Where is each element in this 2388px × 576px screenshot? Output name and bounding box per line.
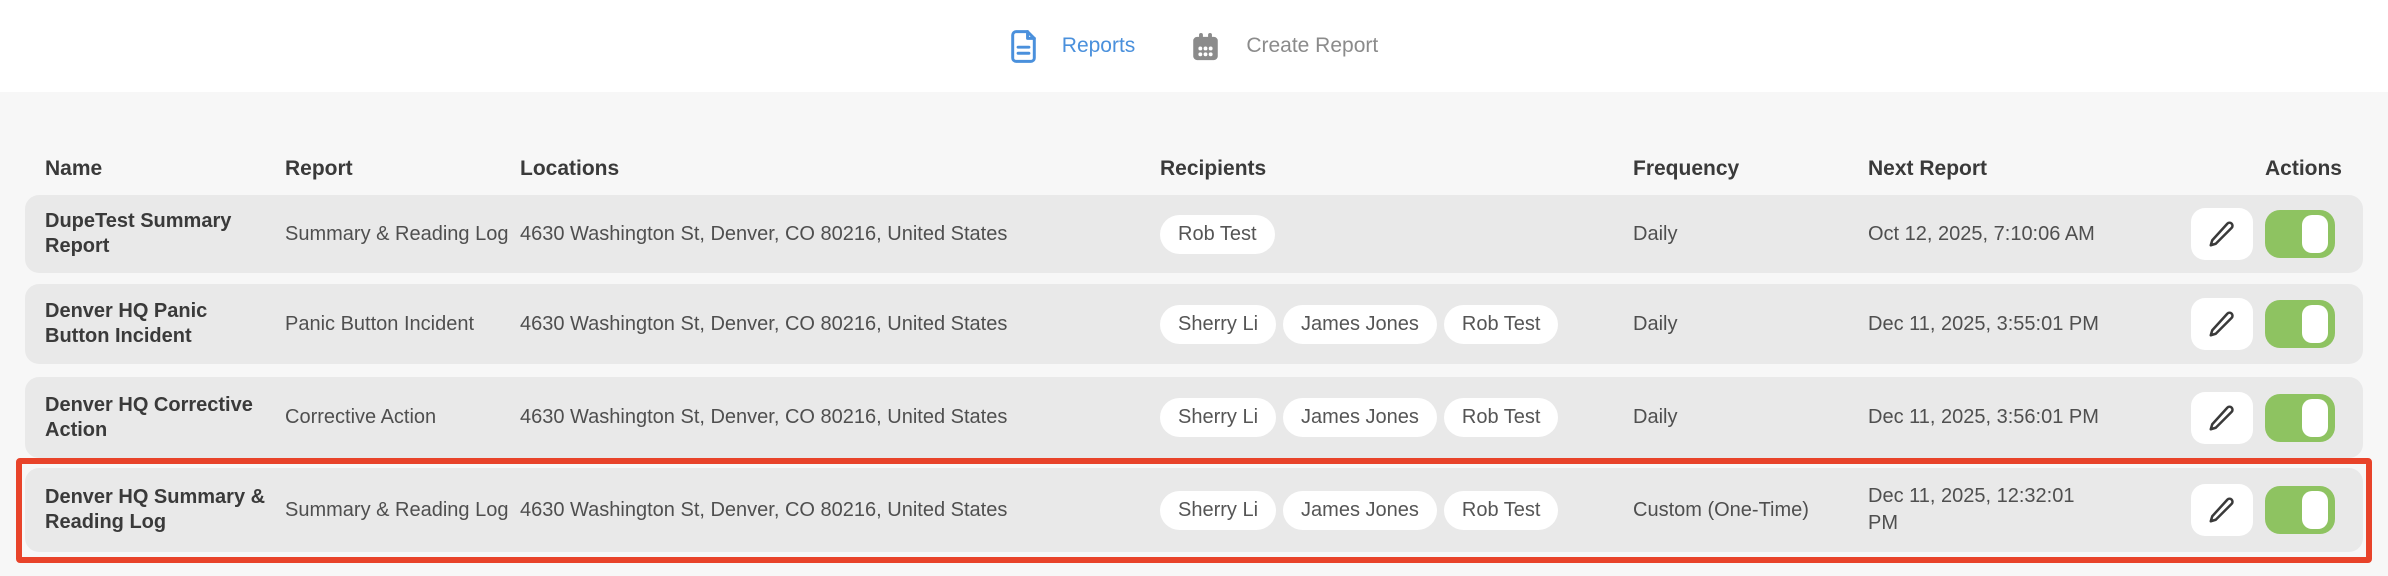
recipient-chip: Rob Test xyxy=(1160,214,1275,254)
table-row: Denver HQ Panic Button Incident Panic Bu… xyxy=(25,284,2363,364)
recipient-chip: Rob Test xyxy=(1443,398,1559,437)
table-header-row: Name Report Locations Recipients Frequen… xyxy=(25,92,2363,195)
tab-create-report-label: Create Report xyxy=(1246,34,1379,57)
pencil-icon xyxy=(2209,311,2234,337)
recipient-chip: James Jones xyxy=(1283,304,1437,344)
report-enabled-toggle[interactable] xyxy=(2265,210,2335,258)
edit-report-button[interactable] xyxy=(2191,208,2253,260)
report-type: Panic Button Incident xyxy=(285,312,475,335)
document-icon xyxy=(1010,29,1037,63)
report-locations: 4630 Washington St, Denver, CO 80216, Un… xyxy=(520,222,1008,245)
report-frequency: Daily xyxy=(1633,222,1678,245)
tab-create-report[interactable]: Create Report xyxy=(1190,31,1378,62)
toggle-knob xyxy=(2302,398,2328,437)
row-actions xyxy=(2168,484,2357,536)
column-header-frequency: Frequency xyxy=(1633,157,1740,180)
report-enabled-toggle[interactable] xyxy=(2265,393,2335,442)
row-actions xyxy=(2168,208,2357,260)
recipient-chip: Sherry Li xyxy=(1160,398,1277,437)
recipient-chip-list: Sherry Li James Jones Rob Test xyxy=(1160,304,1633,344)
report-frequency: Daily xyxy=(1633,406,1678,428)
top-tab-bar: Reports Create Report xyxy=(0,0,2388,92)
pencil-icon xyxy=(2209,497,2234,523)
report-locations: 4630 Washington St, Denver, CO 80216, Un… xyxy=(520,406,1008,428)
column-header-next-report: Next Report xyxy=(1868,157,1988,180)
report-frequency: Custom (One-Time) xyxy=(1633,498,1809,521)
column-header-locations: Locations xyxy=(520,157,620,180)
edit-report-button[interactable] xyxy=(2191,298,2253,350)
report-locations: 4630 Washington St, Denver, CO 80216, Un… xyxy=(520,498,1008,521)
column-header-name: Name xyxy=(45,157,103,180)
report-name: Denver HQ Summary & Reading Log xyxy=(45,486,266,533)
next-report-time: Oct 12, 2025, 7:10:06 AM xyxy=(1868,222,2095,245)
report-enabled-toggle[interactable] xyxy=(2265,300,2335,348)
row-actions xyxy=(2168,391,2357,444)
recipient-chip-list: Sherry Li James Jones Rob Test xyxy=(1160,398,1633,437)
edit-report-button[interactable] xyxy=(2191,391,2253,444)
toggle-knob xyxy=(2302,305,2328,343)
report-name: Denver HQ Panic Button Incident xyxy=(45,300,208,347)
report-locations: 4630 Washington St, Denver, CO 80216, Un… xyxy=(520,312,1008,335)
report-type: Corrective Action xyxy=(285,406,437,428)
column-header-recipients: Recipients xyxy=(1160,157,1267,180)
row-actions xyxy=(2168,298,2357,350)
table-row: Denver HQ Corrective Action Corrective A… xyxy=(25,377,2363,458)
table-row: DupeTest Summary Report Summary & Readin… xyxy=(25,195,2363,273)
next-report-time: Dec 11, 2025, 3:55:01 PM xyxy=(1868,312,2099,335)
report-type: Summary & Reading Log xyxy=(285,222,509,245)
toggle-knob xyxy=(2302,215,2328,253)
column-header-report: Report xyxy=(285,157,353,180)
recipient-chip: Rob Test xyxy=(1443,304,1559,344)
pencil-icon xyxy=(2209,221,2234,247)
recipient-chip: Rob Test xyxy=(1443,490,1559,530)
recipient-chip: James Jones xyxy=(1283,490,1437,530)
calendar-icon xyxy=(1190,31,1221,62)
reports-table: Name Report Locations Recipients Frequen… xyxy=(0,92,2388,576)
column-header-actions: Actions xyxy=(2264,157,2342,180)
tab-reports-label: Reports xyxy=(1061,34,1136,57)
report-name: DupeTest Summary Report xyxy=(45,210,232,257)
recipient-chip-list: Rob Test xyxy=(1160,214,1633,254)
pencil-icon xyxy=(2209,405,2234,430)
tab-reports[interactable]: Reports xyxy=(1010,29,1136,63)
report-frequency: Daily xyxy=(1633,312,1678,335)
recipient-chip: Sherry Li xyxy=(1160,304,1277,344)
report-name: Denver HQ Corrective Action xyxy=(45,393,253,441)
edit-report-button[interactable] xyxy=(2191,484,2253,536)
report-enabled-toggle[interactable] xyxy=(2265,486,2335,534)
next-report-time: Dec 11, 2025, 3:56:01 PM xyxy=(1868,406,2099,428)
next-report-time: Dec 11, 2025, 12:32:01 PM xyxy=(1868,485,2075,534)
recipient-chip: Sherry Li xyxy=(1160,490,1277,530)
recipient-chip: James Jones xyxy=(1283,398,1437,437)
recipient-chip-list: Sherry Li James Jones Rob Test xyxy=(1160,490,1633,530)
table-row: Denver HQ Summary & Reading Log Summary … xyxy=(25,468,2363,552)
toggle-knob xyxy=(2302,491,2328,529)
report-type: Summary & Reading Log xyxy=(285,498,509,521)
